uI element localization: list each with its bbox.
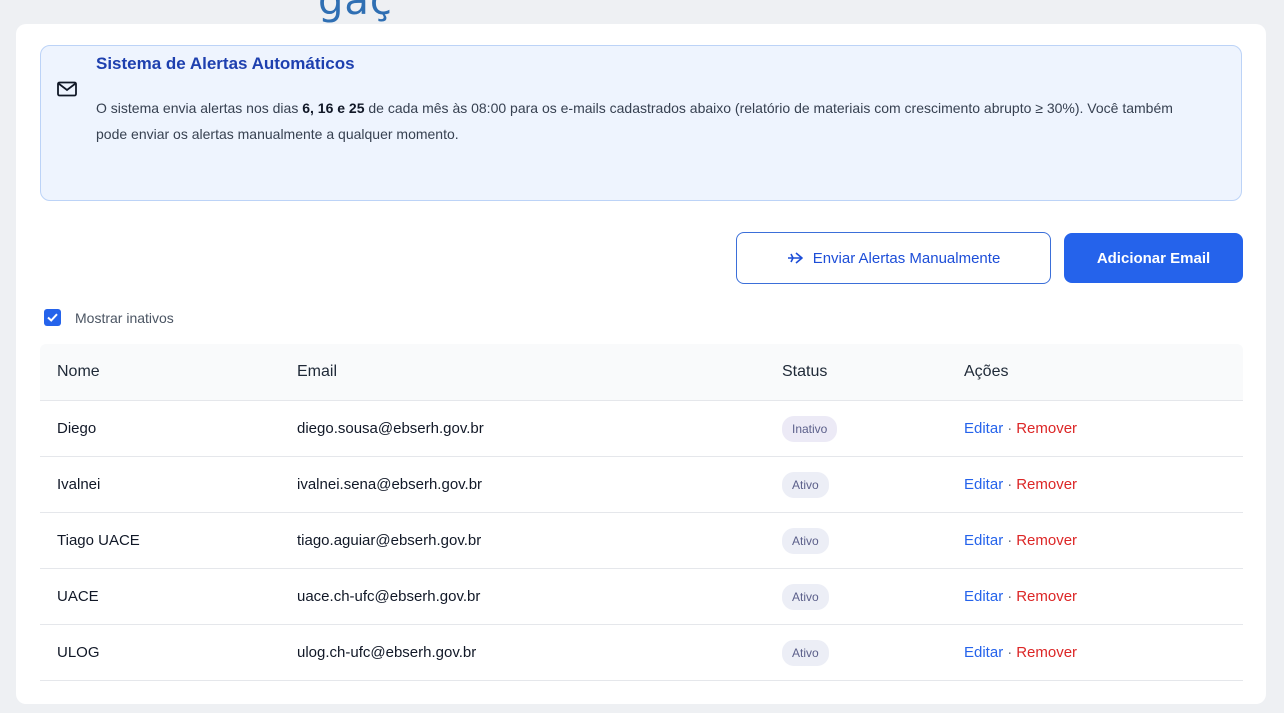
- status-badge: Inativo: [782, 415, 838, 442]
- action-separator: ·: [1007, 420, 1013, 437]
- status-badge: Ativo: [782, 583, 829, 610]
- row-email: ulog.ch-ufc@ebserh.gov.br: [297, 644, 477, 661]
- email-table: Nome Email Status Ações Diego diego.sous…: [40, 344, 1243, 681]
- row-nome: ULOG: [57, 644, 100, 661]
- header-acoes: Ações: [964, 363, 1009, 380]
- row-email: tiago.aguiar@ebserh.gov.br: [297, 532, 482, 549]
- table-row: ULOG ulog.ch-ufc@ebserh.gov.br Ativo Edi…: [40, 625, 1243, 681]
- edit-link[interactable]: Editar: [964, 476, 1003, 493]
- alerts-card: Sistema de Alertas Automáticos O sistema…: [16, 24, 1266, 704]
- table-header: Nome Email Status Ações: [40, 344, 1243, 401]
- header-email: Email: [297, 363, 338, 380]
- remove-link[interactable]: Remover: [1016, 588, 1077, 605]
- alert-info-title: Sistema de Alertas Automáticos: [96, 54, 355, 73]
- action-separator: ·: [1007, 588, 1013, 605]
- row-email: diego.sousa@ebserh.gov.br: [297, 420, 484, 437]
- table-row: Diego diego.sousa@ebserh.gov.br Inativo …: [40, 401, 1243, 457]
- status-badge: Ativo: [782, 471, 829, 498]
- row-nome: Diego: [57, 420, 97, 437]
- table-row: Ivalnei ivalnei.sena@ebserh.gov.br Ativo…: [40, 457, 1243, 513]
- action-separator: ·: [1007, 476, 1013, 493]
- header-status: Status: [782, 363, 828, 380]
- edit-link[interactable]: Editar: [964, 420, 1003, 437]
- remove-link[interactable]: Remover: [1016, 532, 1077, 549]
- remove-link[interactable]: Remover: [1016, 644, 1077, 661]
- row-email: ivalnei.sena@ebserh.gov.br: [297, 476, 483, 493]
- alert-info-text: O sistema envia alertas nos dias 6, 16 e…: [96, 100, 1173, 142]
- edit-link[interactable]: Editar: [964, 588, 1003, 605]
- page-title-peek: gaç: [318, 0, 393, 24]
- show-inactive-filter: Mostrar inativos: [44, 309, 174, 326]
- header-nome: Nome: [57, 363, 100, 380]
- remove-link[interactable]: Remover: [1016, 420, 1077, 437]
- send-alerts-manually-label: Enviar Alertas Manualmente: [812, 249, 1001, 267]
- remove-link[interactable]: Remover: [1016, 476, 1077, 493]
- row-nome: UACE: [57, 588, 99, 605]
- check-icon: [47, 313, 58, 322]
- table-row: UACE uace.ch-ufc@ebserh.gov.br Ativo Edi…: [40, 569, 1243, 625]
- action-separator: ·: [1007, 532, 1013, 549]
- mail-icon: [57, 81, 77, 97]
- row-email: uace.ch-ufc@ebserh.gov.br: [297, 588, 481, 605]
- action-separator: ·: [1007, 644, 1013, 661]
- status-badge: Ativo: [782, 639, 829, 666]
- show-inactive-label: Mostrar inativos: [75, 309, 174, 326]
- alert-days: 6, 16 e 25: [302, 100, 365, 116]
- row-nome: Ivalnei: [57, 476, 101, 493]
- table-row: Tiago UACE tiago.aguiar@ebserh.gov.br At…: [40, 513, 1243, 569]
- send-alerts-manually-button[interactable]: Enviar Alertas Manualmente: [736, 232, 1051, 284]
- row-nome: Tiago UACE: [57, 532, 140, 549]
- show-inactive-checkbox[interactable]: [44, 309, 61, 326]
- add-email-button[interactable]: Adicionar Email: [1064, 233, 1243, 283]
- edit-link[interactable]: Editar: [964, 532, 1003, 549]
- status-badge: Ativo: [782, 527, 829, 554]
- send-icon: [787, 252, 803, 264]
- edit-link[interactable]: Editar: [964, 644, 1003, 661]
